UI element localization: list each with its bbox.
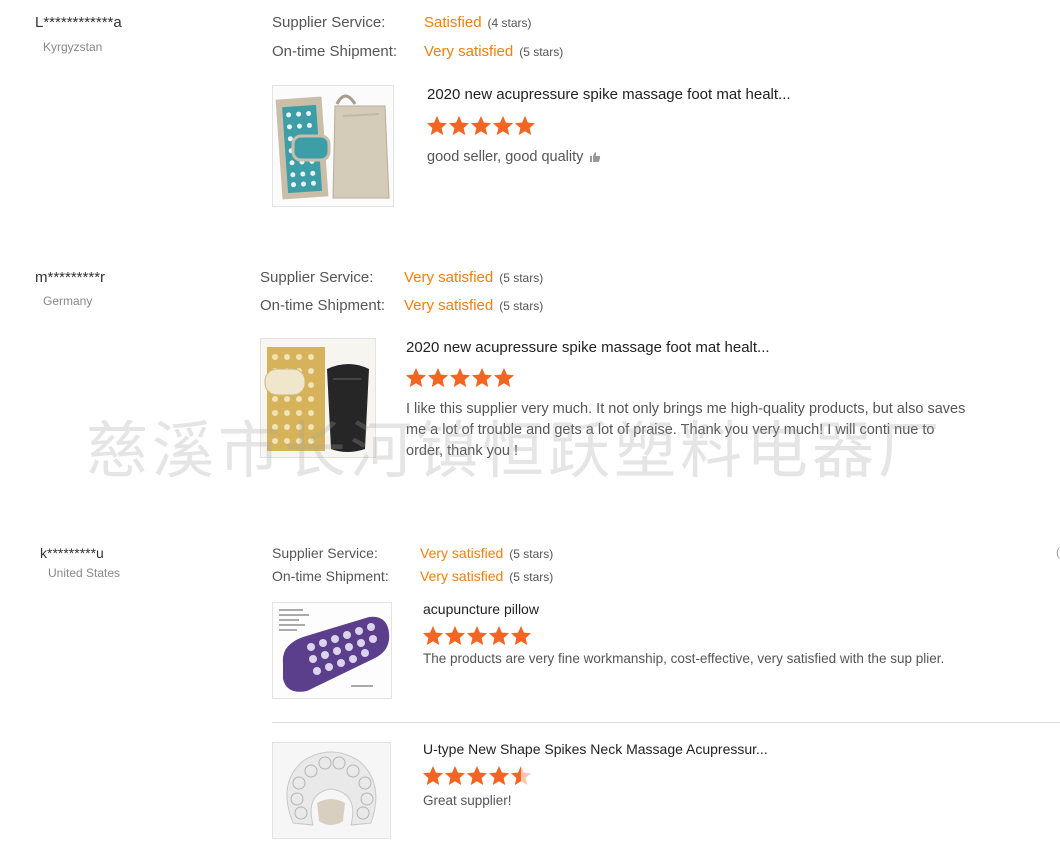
thumbs-up-icon[interactable] bbox=[589, 149, 601, 170]
rating-label: On-time Shipment: bbox=[272, 568, 389, 584]
star-icon bbox=[489, 626, 509, 645]
star-icon bbox=[450, 368, 470, 387]
star-icon bbox=[467, 626, 487, 645]
rating-label: Supplier Service: bbox=[272, 545, 378, 561]
review-comment: Great supplier! bbox=[423, 793, 512, 808]
product-title[interactable]: 2020 new acupressure spike massage foot … bbox=[406, 339, 770, 356]
rating-value: Satisfied bbox=[424, 14, 482, 31]
product-title[interactable]: U-type New Shape Spikes Neck Massage Acu… bbox=[423, 741, 768, 757]
rating-label: On-time Shipment: bbox=[260, 297, 386, 314]
buyer-country: Kyrgyzstan bbox=[43, 40, 103, 54]
buyer-country: Germany bbox=[43, 294, 93, 308]
star-icon bbox=[493, 116, 513, 135]
shipment-rating: On-time Shipment: Very satisfied (5 stars) bbox=[260, 297, 543, 314]
rating-value: Very satisfied bbox=[404, 297, 494, 314]
star-icon bbox=[445, 766, 465, 785]
buyer-name: L************a bbox=[35, 14, 122, 31]
rating-stars-count: (5 stars) bbox=[519, 45, 564, 59]
review-comment-text: good seller, good quality bbox=[427, 149, 584, 165]
purple-acupuncture-pillow-image[interactable] bbox=[272, 602, 392, 699]
u-shaped-neck-pillow-image[interactable] bbox=[272, 742, 391, 839]
star-icon bbox=[515, 116, 535, 135]
product-title[interactable]: acupuncture pillow bbox=[423, 601, 539, 617]
star-icon bbox=[445, 626, 465, 645]
star-icon bbox=[494, 368, 514, 387]
rating-label: On-time Shipment: bbox=[272, 43, 398, 60]
rating-stars-count: (5 stars) bbox=[509, 570, 554, 584]
supplier-service-rating: Supplier Service: Satisfied (4 stars) bbox=[272, 14, 532, 31]
rating-value: Very satisfied bbox=[404, 269, 494, 286]
star-icon bbox=[489, 766, 509, 785]
rating-stars-count: (5 stars) bbox=[499, 299, 544, 313]
star-rating bbox=[405, 367, 515, 389]
supplier-service-rating: Supplier Service: Very satisfied (5 stars) bbox=[260, 269, 543, 286]
star-rating bbox=[422, 765, 532, 787]
buyer-country: United States bbox=[48, 566, 121, 580]
star-icon bbox=[423, 766, 443, 785]
rating-value: Very satisfied bbox=[420, 568, 504, 584]
rating-stars-count: (5 stars) bbox=[499, 271, 544, 285]
star-icon bbox=[511, 766, 531, 785]
star-icon bbox=[406, 368, 426, 387]
divider bbox=[272, 722, 1060, 723]
rating-stars-count: (4 stars) bbox=[487, 16, 532, 30]
star-icon bbox=[511, 626, 531, 645]
rating-label: Supplier Service: bbox=[272, 14, 386, 31]
shipment-rating: On-time Shipment: Very satisfied (5 stars) bbox=[272, 43, 563, 60]
shipment-rating: On-time Shipment: Very satisfied (5 stars) bbox=[272, 568, 553, 584]
clipped-edge-glyph: ( bbox=[1056, 545, 1060, 559]
rating-label: Supplier Service: bbox=[260, 269, 374, 286]
product-title[interactable]: 2020 new acupressure spike massage foot … bbox=[427, 86, 791, 103]
rating-value: Very satisfied bbox=[420, 545, 504, 561]
rating-stars-count: (5 stars) bbox=[509, 547, 554, 561]
star-icon bbox=[428, 368, 448, 387]
star-icon bbox=[471, 116, 491, 135]
star-rating bbox=[426, 115, 536, 137]
review-comment: I like this supplier very much. It not o… bbox=[406, 401, 966, 459]
acupressure-mat-with-bag-image[interactable] bbox=[272, 85, 394, 207]
star-icon bbox=[472, 368, 492, 387]
buyer-name: m*********r bbox=[35, 269, 106, 286]
star-icon bbox=[467, 766, 487, 785]
star-icon bbox=[423, 626, 443, 645]
buyer-name: k*********u bbox=[40, 545, 104, 561]
gold-acupressure-mat-image[interactable] bbox=[260, 338, 376, 458]
review-comment: good seller, good quality bbox=[427, 147, 987, 170]
star-icon bbox=[427, 116, 447, 135]
review-comment: The products are very fine workmanship, … bbox=[423, 651, 945, 666]
star-icon bbox=[449, 116, 469, 135]
supplier-service-rating: Supplier Service: Very satisfied (5 stars) bbox=[272, 545, 553, 561]
star-rating bbox=[422, 625, 532, 647]
rating-value: Very satisfied bbox=[424, 43, 514, 60]
